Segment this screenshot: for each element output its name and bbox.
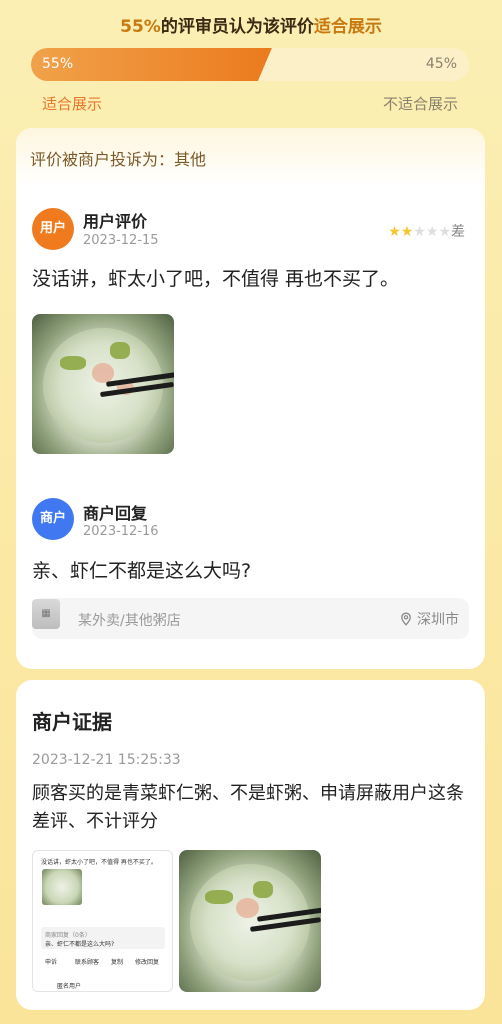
location-pin-icon (400, 612, 411, 626)
evidence-card: 商户证据 2023-12-21 15:25:33 顾客买的是青菜虾仁粥、不是虾粥… (16, 680, 485, 1010)
shot-photo (42, 869, 82, 905)
vote-title-text: 的评审员认为该评价 (160, 17, 314, 37)
shot-review-text: 没话讲，虾太小了吧，不值得 再也不买了。 (41, 859, 157, 866)
evidence-photo[interactable] (179, 850, 321, 992)
star-icon: ★ (425, 224, 439, 240)
evidence-screenshot[interactable]: 没话讲，虾太小了吧，不值得 再也不买了。 商家回复（0条） 亲、虾仁不都是这么大… (32, 850, 173, 992)
merchant-reply-text: 亲、虾仁不都是这么大吗? (32, 560, 252, 582)
shot-action-copy: 复制 (111, 959, 124, 966)
review-card: 评价被商户投诉为：其他 用户 用户评价 2023-12-15 ★★★★★差 没话… (16, 128, 485, 669)
disagree-label: 不适合展示 (382, 95, 458, 113)
vote-title-percent: 55% (120, 17, 161, 37)
merchant-reply-label: 商户回复 (83, 504, 148, 523)
shop-location: 深圳市 (399, 609, 459, 629)
vote-progress-bar: 55% 45% (31, 48, 469, 81)
shot-action-appeal: 申诉 (45, 959, 58, 966)
vote-header: 55%的评审员认为该评价适合展示 55% 45% 适合展示 不适合展示 (0, 0, 502, 120)
shot-user: 匿名用户 (57, 983, 82, 990)
rating-stars: ★★★★★差 (388, 221, 465, 241)
star-icon: ★ (438, 224, 451, 240)
shot-action-edit: 修改回复 (135, 959, 160, 966)
shot-reply-label: 商家回复（0条） (45, 932, 91, 939)
shop-name: 某外卖/其他粥店 (78, 613, 181, 629)
disagree-percent: 45% (425, 56, 457, 72)
complaint-banner: 评价被商户投诉为：其他 (16, 128, 485, 186)
shot-reply-text: 亲、虾仁不都是这么大吗? (45, 941, 115, 948)
user-review-date: 2023-12-15 (83, 233, 159, 248)
shop-info-bar[interactable]: ▦ 某外卖/其他粥店 深圳市 (32, 598, 469, 639)
evidence-time: 2023-12-21 15:25:33 (32, 752, 181, 768)
star-icon: ★ (388, 224, 401, 240)
shop-location-text: 深圳市 (417, 612, 459, 628)
agree-percent: 55% (42, 56, 74, 72)
star-icon: ★ (400, 224, 414, 240)
rating-text: 差 (451, 224, 465, 240)
shot-action-contact: 联系顾客 (75, 959, 100, 966)
vote-title-highlight: 适合展示 (313, 17, 382, 37)
review-text: 没话讲，虾太小了吧，不值得 再也不买了。 (32, 268, 400, 290)
merchant-reply-date: 2023-12-16 (83, 524, 159, 539)
user-avatar: 用户 (32, 208, 74, 250)
evidence-text: 顾客买的是青菜虾仁粥、不是虾粥、申请屏蔽用户这条差评、不计评分 (32, 783, 464, 832)
complaint-text: 评价被商户投诉为：其他 (30, 150, 207, 169)
user-review-label: 用户评价 (83, 212, 148, 231)
evidence-title: 商户证据 (32, 710, 112, 734)
vote-title: 55%的评审员认为该评价适合展示 (0, 12, 502, 37)
star-icon: ★ (413, 224, 426, 240)
review-photo[interactable] (32, 314, 174, 454)
shop-logo-icon: ▦ (32, 599, 60, 629)
merchant-avatar: 商户 (32, 498, 74, 540)
agree-label: 适合展示 (42, 95, 103, 113)
